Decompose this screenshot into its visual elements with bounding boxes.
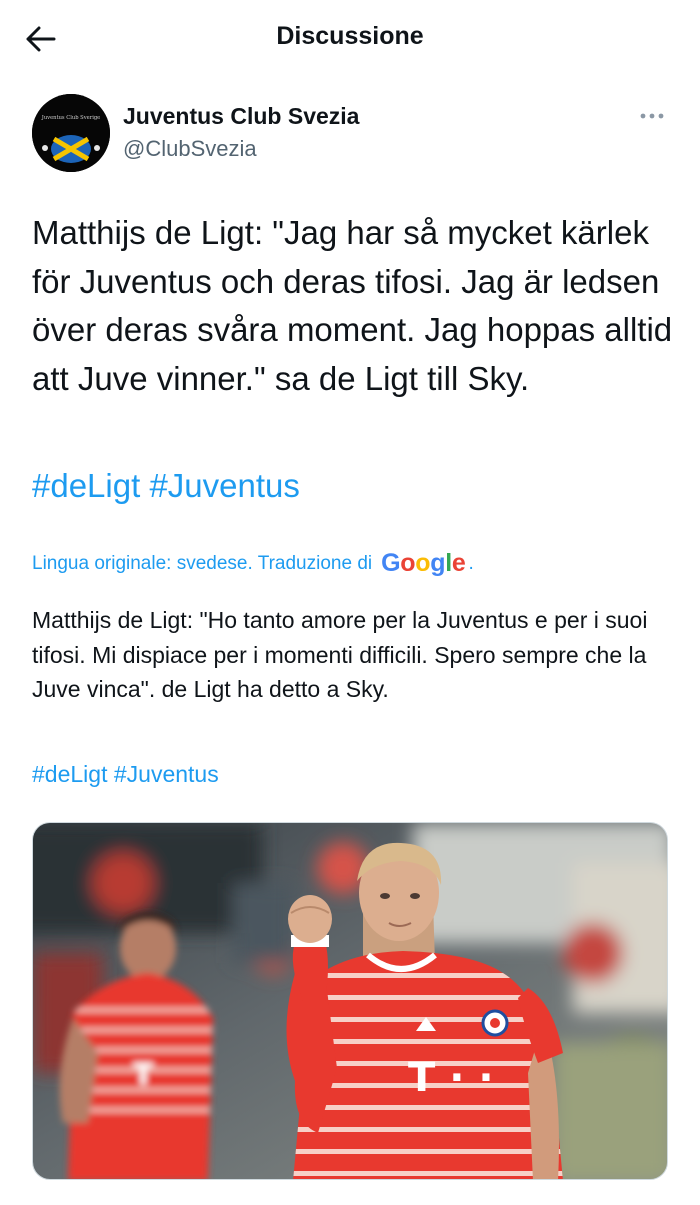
- google-logo: Google: [381, 549, 466, 577]
- svg-text:T: T: [133, 1058, 154, 1093]
- shirt-sponsor: T · ·: [408, 1055, 494, 1101]
- author-handle[interactable]: @ClubSvezia: [123, 136, 257, 162]
- tweet-photo[interactable]: T T · ·: [32, 822, 668, 1180]
- tweet-hashtags: #deLigt #Juventus: [32, 464, 300, 508]
- avatar-text: Juventus Club Sverige: [41, 115, 101, 121]
- translated-hashtags: #deLigt #Juventus: [32, 759, 219, 789]
- translation-note-text: Lingua originale: svedese. Traduzione di: [32, 552, 373, 574]
- tweet-author: Juventus Club Sverige Juventus Club Svez…: [32, 94, 672, 174]
- top-bar: Discussione: [0, 0, 700, 78]
- hashtag-link[interactable]: #deLigt: [32, 761, 107, 787]
- translation-note-end: .: [468, 552, 474, 574]
- tweet-text: Matthijs de Ligt: "Jag har så mycket kär…: [32, 214, 673, 397]
- more-options-button[interactable]: [632, 102, 672, 130]
- more-horizontal-icon: [640, 113, 664, 119]
- translation-note[interactable]: Lingua originale: svedese. Traduzione di…: [32, 549, 474, 578]
- hashtag-link[interactable]: #Juventus: [149, 467, 299, 504]
- author-name[interactable]: Juventus Club Svezia: [123, 103, 359, 130]
- avatar[interactable]: Juventus Club Sverige: [32, 94, 110, 172]
- page-title: Discussione: [276, 22, 424, 50]
- translated-text: Matthijs de Ligt: "Ho tanto amore per la…: [32, 607, 648, 702]
- hashtag-link[interactable]: #Juventus: [114, 761, 219, 787]
- hashtag-link[interactable]: #deLigt: [32, 467, 140, 504]
